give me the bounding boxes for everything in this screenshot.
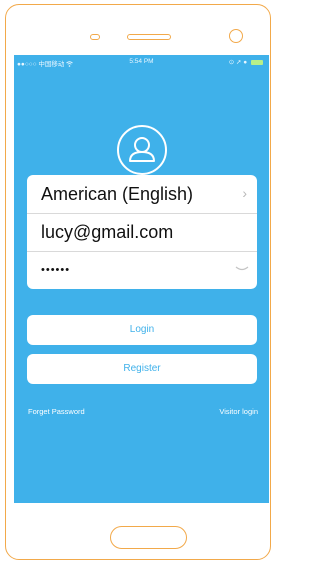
user-avatar-icon [117, 125, 167, 175]
eye-icon[interactable] [235, 266, 249, 272]
status-indicators: ⊙ ➚ ● [229, 58, 263, 66]
indicator-icons: ⊙ ➚ ● [228, 59, 248, 66]
battery-icon [251, 60, 263, 65]
status-bar: ●●○○○ 中国移动 5:54 PM ⊙ ➚ ● [14, 55, 269, 69]
chevron-right-icon: › [242, 185, 247, 201]
language-value: American (English) [41, 184, 194, 204]
register-button[interactable]: Register [27, 354, 257, 384]
front-camera [229, 29, 243, 43]
email-value: lucy@gmail.com [41, 222, 174, 242]
language-selector[interactable]: American (English) › [27, 175, 257, 214]
forgot-password-link[interactable]: Forget Password [28, 407, 85, 416]
login-card: American (English) › lucy@gmail.com ••••… [27, 175, 257, 289]
email-field[interactable]: lucy@gmail.com [27, 213, 257, 252]
visitor-login-link[interactable]: Visitor login [219, 407, 258, 416]
login-button[interactable]: Login [27, 315, 257, 345]
app-screen: ●●○○○ 中国移动 5:54 PM ⊙ ➚ ● American (Engli… [14, 55, 269, 503]
password-field[interactable]: •••••• [27, 251, 257, 289]
sensor-dot [90, 34, 100, 40]
password-value: •••••• [41, 264, 71, 276]
earpiece-speaker [127, 34, 171, 40]
home-button[interactable] [110, 526, 187, 549]
